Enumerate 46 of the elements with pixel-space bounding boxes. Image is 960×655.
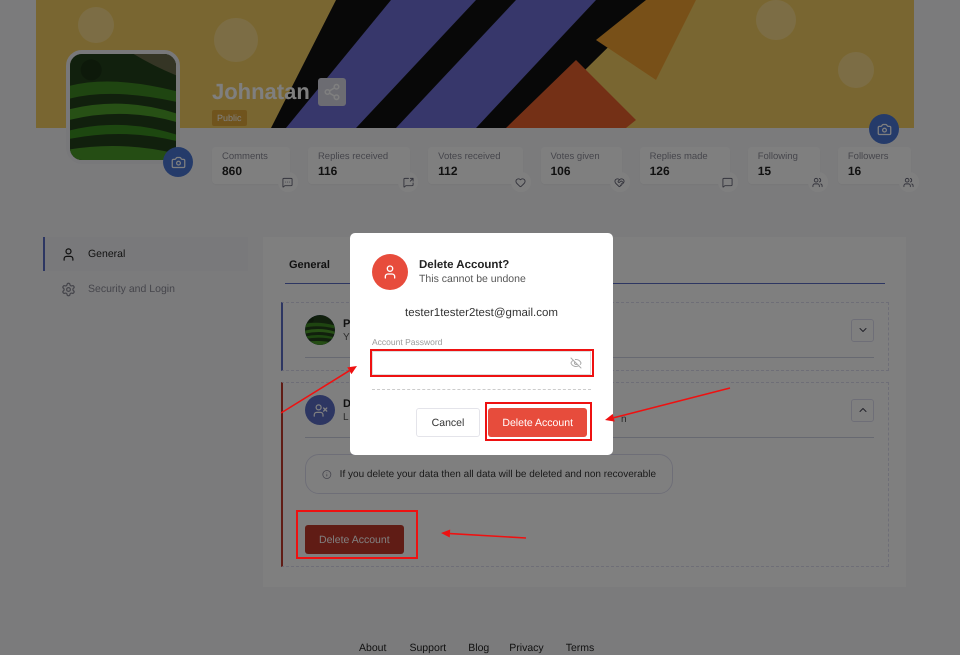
section-subtitle: L xyxy=(343,412,350,422)
section-subtitle: n xyxy=(620,414,627,425)
field-label: Account Password xyxy=(372,337,444,347)
camera-icon xyxy=(876,122,892,136)
footer-link[interactable]: Terms xyxy=(566,642,594,654)
stat-label: Replies made xyxy=(650,151,709,162)
eye-off-icon xyxy=(570,357,582,369)
stat-value: 112 xyxy=(438,164,459,178)
delete-account-button[interactable]: Delete Account xyxy=(305,525,404,554)
footer-link[interactable]: Support xyxy=(409,642,446,654)
stat-label: Votes given xyxy=(550,151,601,162)
footer-link[interactable]: Privacy xyxy=(509,642,544,654)
stat-value: 860 xyxy=(222,164,244,178)
settings-icon xyxy=(61,282,76,296)
visibility-badge: Public xyxy=(212,110,247,126)
user-remove-icon xyxy=(305,395,335,425)
user-icon xyxy=(372,254,408,290)
stat-value: 126 xyxy=(650,164,671,178)
dialog-title: Delete Account? xyxy=(419,259,510,271)
dialog-subtitle: This cannot be undone xyxy=(419,273,526,285)
camera-icon xyxy=(170,154,186,170)
user-icon xyxy=(61,246,76,262)
toggle-button[interactable] xyxy=(851,318,874,342)
cancel-button[interactable]: Cancel xyxy=(416,408,480,437)
stat-label: Votes received xyxy=(438,151,502,162)
footer-link[interactable]: About xyxy=(359,642,386,654)
camera-button[interactable] xyxy=(163,147,193,177)
delete-account-button[interactable]: Delete Account xyxy=(488,408,587,437)
stat-value: 106 xyxy=(550,164,572,178)
account-email: tester1tester2test@gmail.com xyxy=(405,307,558,319)
stat-label: Replies received xyxy=(318,151,390,162)
notice-text: If you delete your data then all data will be deleted and non recoverable xyxy=(340,468,656,480)
stat-value: 116 xyxy=(318,164,338,178)
section-subtitle: Y xyxy=(343,332,350,342)
stat-label: Following xyxy=(758,151,799,162)
section-title: P xyxy=(343,318,350,330)
footer-link[interactable]: Blog xyxy=(468,642,490,654)
camera-button[interactable] xyxy=(869,114,899,144)
share-icon[interactable] xyxy=(318,78,346,106)
stat-value: 15 xyxy=(758,164,772,178)
stat-label: Comments xyxy=(222,151,269,162)
info-icon xyxy=(322,468,332,480)
toggle-button[interactable] xyxy=(851,398,874,422)
stat-label: Followers xyxy=(848,151,890,162)
stat-value: 16 xyxy=(848,164,862,178)
section-title: D xyxy=(343,398,351,410)
